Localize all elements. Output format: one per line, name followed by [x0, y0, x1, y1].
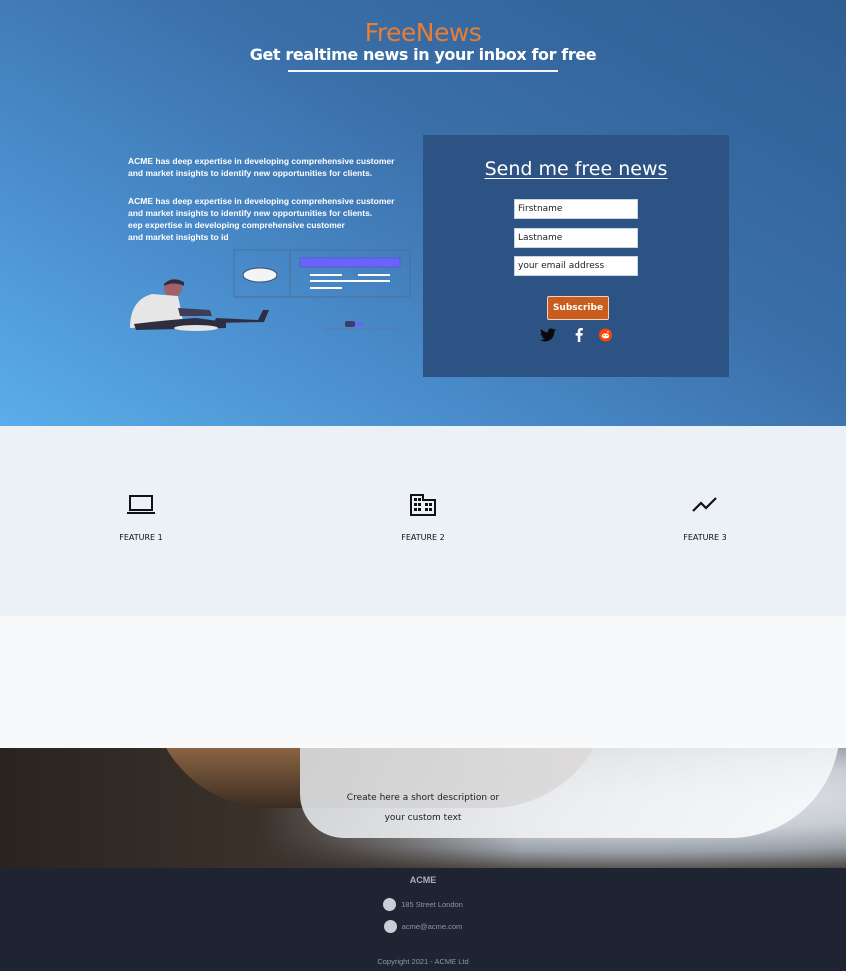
twitter-icon[interactable]: [540, 328, 556, 342]
features-section: FEATURE 1 FEATURE 2 FEATURE 3: [0, 426, 846, 616]
building-icon: [410, 494, 436, 516]
feature-1-label: FEATURE 1: [119, 533, 163, 542]
location-pin-icon: [383, 898, 397, 911]
footer-email-text[interactable]: acme@acme.com: [402, 922, 463, 931]
firstname-input[interactable]: [514, 199, 638, 219]
hero-paragraph-2: ACME has deep expertise in developing co…: [128, 195, 418, 243]
subscribe-panel: Send me free news Subscribe: [423, 135, 729, 377]
feature-1: FEATURE 1: [81, 494, 201, 542]
footer-brand: ACME: [409, 875, 437, 885]
trending-up-icon: [692, 497, 717, 512]
footer-address: 185 Street London: [0, 898, 846, 911]
lastname-input[interactable]: [514, 228, 638, 248]
facebook-icon[interactable]: [574, 328, 584, 342]
hero-paragraph-1: ACME has deep expertise in developing co…: [128, 155, 418, 179]
subscribe-button[interactable]: Subscribe: [547, 296, 609, 320]
footer-copyright: Copyright 2021 - ACME Ltd: [377, 957, 469, 966]
mail-icon: [383, 920, 397, 933]
photo-banner: Create here a short description or your …: [0, 748, 846, 868]
blank-section: [0, 616, 846, 748]
hero-paragraph-2-text: ACME has deep expertise in developing co…: [128, 196, 395, 242]
footer: ACME 185 Street London acme@acme.com Cop…: [0, 868, 846, 971]
feature-3: FEATURE 3: [645, 494, 765, 542]
email-input[interactable]: [514, 256, 638, 276]
person-laptop-illustration: [130, 249, 411, 331]
hero-paragraph-1-text: ACME has deep expertise in developing co…: [128, 156, 395, 178]
hero-tagline: Get realtime news in your inbox for free: [249, 45, 597, 64]
tagline-underline: [288, 70, 558, 72]
banner-text-line-2: your custom text: [384, 813, 462, 823]
banner-text-line-1: Create here a short description or: [346, 793, 500, 803]
feature-2-label: FEATURE 2: [401, 533, 445, 542]
feature-3-label: FEATURE 3: [683, 533, 727, 542]
form-title: Send me free news: [484, 158, 668, 180]
footer-email: acme@acme.com: [0, 920, 846, 933]
footer-address-text: 185 Street London: [401, 900, 463, 909]
laptop-icon: [127, 495, 155, 514]
brand-title: FreeNews: [364, 18, 482, 47]
banner-text: Create here a short description or your …: [300, 788, 546, 828]
reddit-icon[interactable]: [599, 328, 612, 342]
feature-2: FEATURE 2: [363, 494, 483, 542]
